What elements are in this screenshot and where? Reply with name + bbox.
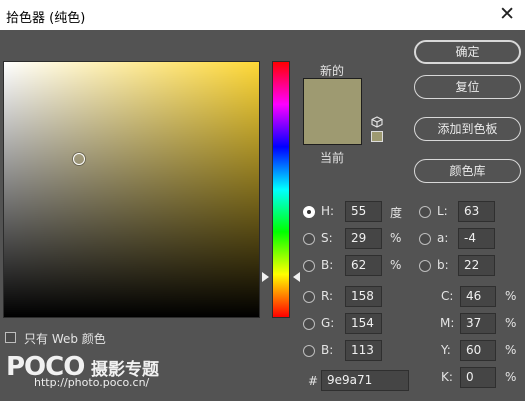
blue-label: B: — [321, 343, 334, 357]
reset-button[interactable]: 复位 — [414, 75, 521, 99]
green-radio[interactable] — [303, 318, 315, 330]
hue-slider-handle-left-icon[interactable] — [262, 272, 269, 282]
brightness-input[interactable]: 62 — [345, 255, 382, 276]
brightness-label: B: — [321, 258, 334, 272]
lab-l-label: L: — [437, 204, 448, 218]
hue-slider-handle-right-icon[interactable] — [293, 272, 300, 282]
web-safe-color-swatch[interactable] — [371, 131, 383, 142]
out-of-web-gamut-cube-icon[interactable] — [371, 116, 383, 128]
web-colors-only-label[interactable]: 只有 Web 颜色 — [24, 330, 106, 347]
yellow-label: Y: — [441, 343, 451, 357]
blue-input[interactable]: 113 — [345, 340, 382, 361]
lab-a-radio[interactable] — [419, 233, 431, 245]
saturation-input[interactable]: 29 — [345, 228, 382, 249]
red-label: R: — [321, 289, 334, 303]
color-picker-cursor[interactable] — [73, 153, 85, 165]
brightness-radio[interactable] — [303, 260, 315, 272]
yellow-input[interactable]: 60 — [460, 340, 496, 361]
lab-b-radio[interactable] — [419, 260, 431, 272]
title-bar: 拾色器 (纯色) ✕ — [0, 0, 525, 30]
black-input[interactable]: 0 — [460, 367, 496, 388]
blue-radio[interactable] — [303, 345, 315, 357]
magenta-label: M: — [440, 316, 455, 330]
cyan-unit: % — [505, 289, 517, 303]
green-input[interactable]: 154 — [345, 313, 382, 334]
saturation-label: S: — [321, 231, 333, 245]
black-label: K: — [441, 370, 453, 384]
magenta-input[interactable]: 37 — [460, 313, 496, 334]
yellow-unit: % — [505, 343, 517, 357]
hue-input[interactable]: 55 — [345, 201, 382, 222]
color-libraries-button[interactable]: 颜色库 — [414, 159, 521, 183]
window-title: 拾色器 (纯色) — [6, 11, 86, 26]
web-colors-only-checkbox[interactable] — [5, 332, 16, 343]
lab-b-input[interactable]: 22 — [458, 255, 495, 276]
hue-slider[interactable] — [272, 61, 290, 318]
cyan-input[interactable]: 46 — [460, 286, 496, 307]
lab-a-input[interactable]: -4 — [458, 228, 495, 249]
cyan-label: C: — [441, 289, 454, 303]
add-to-swatches-button[interactable]: 添加到色板 — [414, 117, 521, 141]
hue-radio[interactable] — [303, 206, 315, 218]
lab-b-label: b: — [437, 258, 449, 272]
lab-l-radio[interactable] — [419, 206, 431, 218]
hex-label: # — [308, 374, 319, 388]
lab-l-input[interactable]: 63 — [458, 201, 495, 222]
hue-unit: 度 — [390, 206, 403, 220]
hue-label: H: — [321, 204, 335, 218]
saturation-radio[interactable] — [303, 233, 315, 245]
saturation-unit: % — [390, 231, 402, 245]
red-input[interactable]: 158 — [345, 286, 382, 307]
brightness-unit: % — [390, 258, 402, 272]
hex-input[interactable]: 9e9a71 — [321, 370, 409, 391]
lab-a-label: a: — [437, 231, 449, 245]
green-label: G: — [321, 316, 335, 330]
saturation-brightness-field[interactable] — [3, 61, 260, 318]
black-unit: % — [505, 370, 517, 384]
red-radio[interactable] — [303, 291, 315, 303]
ok-button[interactable]: 确定 — [414, 40, 521, 64]
new-color-swatch — [303, 78, 362, 111]
magenta-unit: % — [505, 316, 517, 330]
current-color-swatch[interactable] — [303, 111, 362, 145]
new-color-label: 新的 — [320, 64, 345, 78]
watermark-url: http://photo.poco.cn/ — [34, 376, 150, 389]
close-icon[interactable]: ✕ — [499, 3, 515, 25]
current-color-label: 当前 — [320, 151, 345, 165]
